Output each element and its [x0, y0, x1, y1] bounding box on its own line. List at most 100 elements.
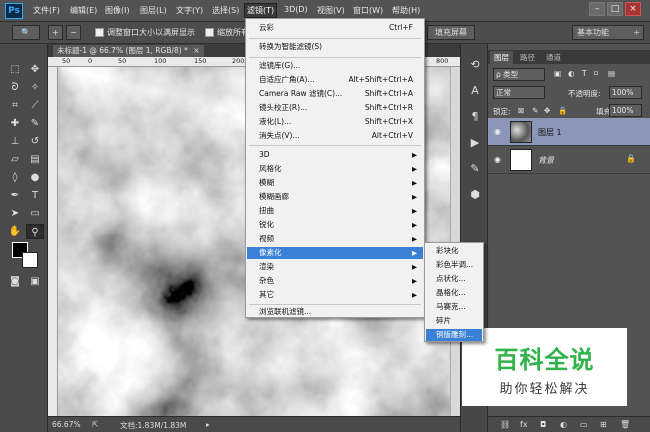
close-button[interactable]: × — [625, 2, 641, 16]
menu-3d[interactable]: 3D(D) — [284, 5, 308, 14]
minimize-button[interactable]: – — [589, 2, 605, 16]
clone-stamp-icon[interactable]: ⊥ — [6, 134, 24, 149]
menu-item-noise[interactable]: 杂色 ▶ — [247, 275, 423, 287]
magic-wand-icon[interactable]: ✧ — [26, 80, 44, 95]
screen-mode-icon[interactable]: ▣ — [26, 274, 44, 289]
filter-smart-icon[interactable]: ▤ — [608, 69, 615, 78]
adjustment-layer-icon[interactable]: ◐ — [560, 420, 567, 429]
layer-row-layer1[interactable]: ◉ 图层 1 — [488, 118, 650, 146]
menu-filter[interactable]: 滤镜(T) — [244, 3, 278, 18]
layer-mask-icon[interactable]: ◘ — [540, 420, 546, 429]
menu-select[interactable]: 选择(S) — [212, 5, 239, 16]
eyedropper-icon[interactable]: ⟋ — [26, 98, 44, 113]
character-panel-icon[interactable]: A — [466, 82, 484, 100]
filter-pixel-icon[interactable]: ▣ — [554, 69, 561, 78]
3d-panel-icon[interactable]: ⬢ — [466, 186, 484, 204]
menu-item-sharpen[interactable]: 锐化 ▶ — [247, 219, 423, 231]
blend-mode-select[interactable]: 正常 — [493, 86, 545, 99]
rectangle-tool-icon[interactable]: ▭ — [26, 206, 44, 221]
menu-image[interactable]: 图像(I) — [105, 5, 130, 16]
menu-item-distort[interactable]: 扭曲 ▶ — [247, 205, 423, 217]
layer-row-background[interactable]: ◉ 背景 🔒 — [488, 146, 650, 174]
menu-item-blur-gallery[interactable]: 模糊画廊 ▶ — [247, 191, 423, 203]
submenu-item-crystallize[interactable]: 晶格化... — [426, 287, 482, 299]
brush-panel-icon[interactable]: ✎ — [466, 160, 484, 178]
menu-help[interactable]: 帮助(H) — [392, 5, 420, 16]
paragraph-panel-icon[interactable]: ¶ — [466, 108, 484, 126]
background-color-swatch[interactable] — [22, 252, 38, 268]
menu-item-other[interactable]: 其它 ▶ — [247, 289, 423, 301]
menu-item-video[interactable]: 视频 ▶ — [247, 233, 423, 245]
zoom-all-checkbox[interactable] — [205, 28, 214, 37]
menu-edit[interactable]: 编辑(E) — [70, 5, 97, 16]
type-tool-icon[interactable]: T — [26, 188, 44, 203]
fill-field[interactable]: 100% — [609, 104, 642, 117]
close-icon[interactable]: × — [193, 46, 199, 55]
actions-panel-icon[interactable]: ▶ — [466, 134, 484, 152]
workspace-select[interactable]: 基本功能 ÷ — [572, 25, 644, 40]
blur-tool-icon[interactable]: ◊ — [6, 170, 24, 185]
layer-style-icon[interactable]: fx — [520, 420, 528, 429]
menu-item-render[interactable]: 渲染 ▶ — [247, 261, 423, 273]
layer-filter-select[interactable]: ρ 类型 — [493, 68, 545, 81]
filter-shape-icon[interactable]: ⌑ — [594, 69, 598, 78]
link-layers-icon[interactable]: ⛓ — [500, 420, 510, 429]
eraser-tool-icon[interactable]: ▱ — [6, 152, 24, 167]
menu-item-blur[interactable]: 模糊 ▶ — [247, 177, 423, 189]
zoom-tool-icon[interactable]: ⚲ — [26, 224, 44, 239]
path-selection-icon[interactable]: ➤ — [6, 206, 24, 221]
menu-layer[interactable]: 图层(L) — [140, 5, 167, 16]
export-icon[interactable]: ⇱ — [92, 420, 98, 429]
restore-button[interactable]: □ — [607, 2, 623, 16]
menu-item-vanishing-point[interactable]: 消失点(V)... Alt+Ctrl+V — [247, 130, 423, 142]
lock-all-icon[interactable]: 🔒 — [558, 106, 567, 115]
move-tool-icon[interactable]: ✥ — [26, 62, 44, 77]
tab-paths[interactable]: 路径 — [516, 51, 539, 64]
submenu-item-facet[interactable]: 彩块化 — [426, 245, 482, 257]
submenu-item-mezzotint[interactable]: 铜版雕刻... — [426, 329, 482, 341]
tab-channels[interactable]: 通道 — [542, 51, 565, 64]
menu-item-stylize[interactable]: 风格化 ▶ — [247, 163, 423, 175]
submenu-item-mosaic[interactable]: 马赛克... — [426, 301, 482, 313]
lasso-tool-icon[interactable]: ᘐ — [6, 80, 24, 95]
trash-icon[interactable]: 🗑 — [620, 420, 630, 429]
submenu-item-color-halftone[interactable]: 彩色半调... — [426, 259, 482, 271]
menu-item-pixelate[interactable]: 像素化 ▶ — [247, 247, 423, 259]
pen-tool-icon[interactable]: ✒ — [6, 188, 24, 203]
lock-pixels-icon[interactable]: ✎ — [532, 106, 538, 115]
menu-item-last-filter[interactable]: 云彩 Ctrl+F — [247, 22, 423, 34]
eye-icon[interactable]: ◉ — [494, 155, 501, 164]
gradient-tool-icon[interactable]: ▤ — [26, 152, 44, 167]
resize-windows-checkbox[interactable] — [95, 28, 104, 37]
tab-layers[interactable]: 图层 — [490, 51, 513, 64]
brush-tool-icon[interactable]: ✎ — [26, 116, 44, 131]
menu-item-lens-correction[interactable]: 镜头校正(R)... Shift+Ctrl+R — [247, 102, 423, 114]
menu-item-3d[interactable]: 3D ▶ — [247, 149, 423, 161]
submenu-item-fragment[interactable]: 碎片 — [426, 315, 482, 327]
lock-position-icon[interactable]: ✥ — [544, 106, 550, 115]
dodge-tool-icon[interactable]: ● — [26, 170, 44, 185]
menu-item-smart-filter[interactable]: 转换为智能滤镜(S) — [247, 41, 423, 53]
zoom-out-button[interactable]: − — [66, 25, 81, 40]
new-group-icon[interactable]: ▭ — [580, 420, 588, 429]
menu-item-browse-filters[interactable]: 浏览联机滤镜... — [247, 306, 423, 318]
menu-item-adaptive-wide-angle[interactable]: 自适应广角(A)... Alt+Shift+Ctrl+A — [247, 74, 423, 86]
document-info[interactable]: 文档:1.83M/1.83M — [120, 420, 186, 431]
zoom-tool-preset[interactable]: 🔍 — [12, 25, 40, 40]
crop-tool-icon[interactable]: ⌗ — [6, 98, 24, 113]
menu-view[interactable]: 视图(V) — [317, 5, 345, 16]
zoom-level[interactable]: 66.67% — [52, 420, 81, 429]
marquee-tool-icon[interactable]: ⬚ — [6, 62, 24, 77]
lock-transparency-icon[interactable]: ⊠ — [518, 106, 524, 115]
filter-type-icon[interactable]: T — [582, 69, 587, 78]
new-layer-icon[interactable]: ⊞ — [600, 420, 607, 429]
quick-mask-icon[interactable]: ◙ — [6, 274, 24, 289]
menu-item-camera-raw[interactable]: Camera Raw 滤镜(C)... Shift+Ctrl+A — [247, 88, 423, 100]
history-brush-icon[interactable]: ↺ — [26, 134, 44, 149]
opacity-field[interactable]: 100% — [609, 86, 642, 99]
menu-type[interactable]: 文字(Y) — [176, 5, 203, 16]
history-panel-icon[interactable]: ⟲ — [466, 56, 484, 74]
status-menu-arrow-icon[interactable]: ▸ — [206, 420, 210, 429]
submenu-item-pointillize[interactable]: 点状化... — [426, 273, 482, 285]
fill-screen-button[interactable]: 填充屏幕 — [427, 25, 475, 40]
